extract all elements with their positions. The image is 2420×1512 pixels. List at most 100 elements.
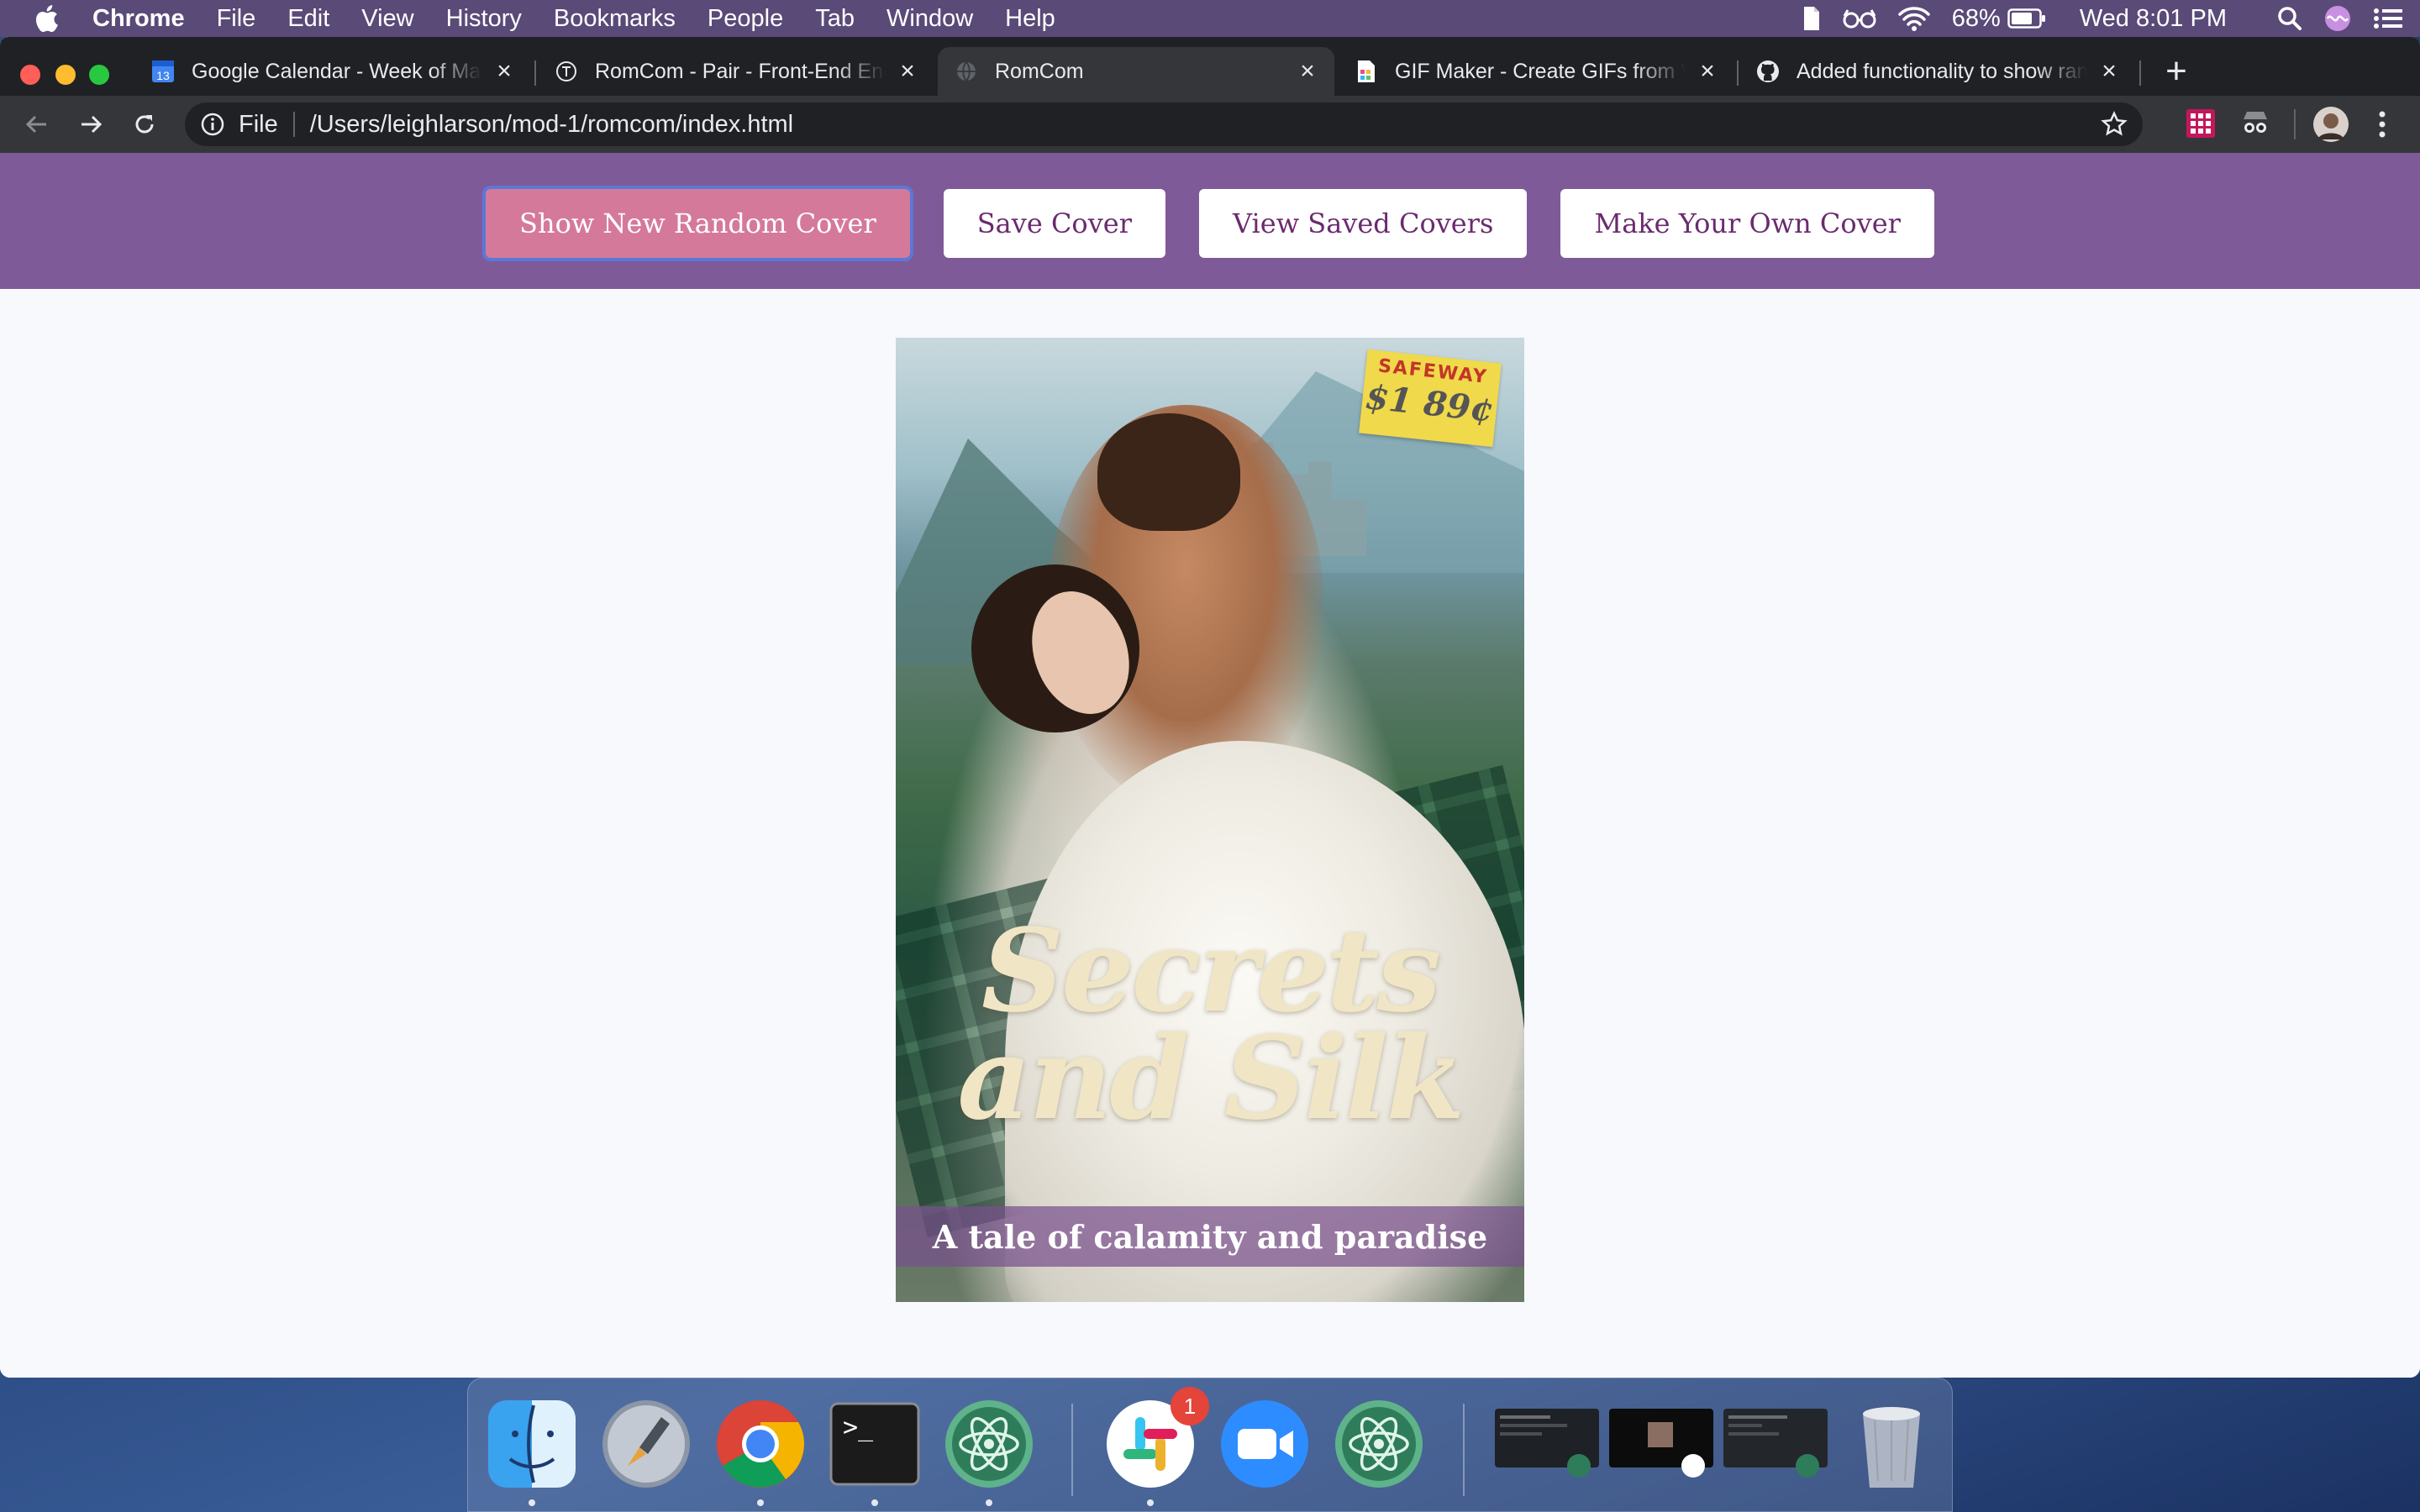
menu-tab[interactable]: Tab bbox=[815, 5, 855, 33]
reload-button[interactable] bbox=[128, 108, 161, 141]
new-tab-button[interactable]: + bbox=[2162, 53, 2191, 90]
cover-tagline-bar: A tale of calamity and paradise bbox=[896, 1206, 1524, 1267]
menu-app-chrome[interactable]: Chrome bbox=[92, 5, 185, 33]
apple-icon[interactable] bbox=[34, 4, 59, 33]
dock-separator bbox=[1071, 1404, 1073, 1496]
forward-arrow-icon bbox=[82, 115, 103, 134]
url-divider bbox=[292, 112, 295, 137]
finder-icon[interactable] bbox=[485, 1397, 579, 1491]
tab-close-icon[interactable]: × bbox=[2099, 59, 2119, 84]
tab-separator bbox=[1737, 60, 1739, 86]
bookmark-star-icon[interactable] bbox=[2101, 111, 2128, 138]
cover-tagline: A tale of calamity and paradise bbox=[932, 1217, 1488, 1256]
running-indicator bbox=[1147, 1499, 1154, 1506]
tab-romcom-pair[interactable]: RomCom - Pair - Front-End Engineering × bbox=[538, 47, 934, 96]
page-header: Show New Random Cover Save Cover View Sa… bbox=[0, 153, 2420, 289]
evernote-icon[interactable] bbox=[1801, 5, 1821, 32]
info-icon[interactable] bbox=[200, 112, 225, 137]
dock-separator bbox=[1463, 1404, 1465, 1496]
tab-close-icon[interactable]: × bbox=[1697, 59, 1718, 84]
make-own-cover-button[interactable]: Make Your Own Cover bbox=[1560, 189, 1934, 258]
menu-bookmarks[interactable]: Bookmarks bbox=[554, 5, 676, 33]
menu-view[interactable]: View bbox=[361, 5, 413, 33]
calendar-icon: 13 bbox=[151, 60, 175, 83]
tab-close-icon[interactable]: × bbox=[494, 59, 514, 84]
github-icon bbox=[1756, 60, 1780, 83]
tab-google-calendar[interactable]: 13 Google Calendar - Week of March × bbox=[134, 47, 531, 96]
notification-center-icon[interactable] bbox=[2373, 7, 2403, 30]
tab-separator bbox=[534, 60, 536, 86]
reading-glasses-icon[interactable] bbox=[1843, 8, 1876, 29]
svg-text:>_: >_ bbox=[843, 1413, 874, 1442]
price-sticker: SAFEWAY $1 89¢ bbox=[1359, 349, 1502, 448]
menubar-clock[interactable]: Wed 8:01 PM bbox=[2080, 5, 2227, 33]
menu-people[interactable]: People bbox=[708, 5, 783, 33]
globe-icon bbox=[955, 60, 978, 83]
tab-title: Google Calendar - Week of March bbox=[192, 59, 482, 83]
book-cover: SAFEWAY $1 89¢ Secrets and Silk A tale o… bbox=[896, 338, 1524, 1302]
browser-toolbar: File /Users/leighlarson/mod-1/romcom/ind… bbox=[0, 96, 2420, 153]
show-random-cover-button[interactable]: Show New Random Cover bbox=[486, 189, 910, 258]
toolbar-divider bbox=[2294, 109, 2296, 139]
menubar-status-area: 68% Wed 8:01 PM bbox=[1779, 0, 2403, 37]
cover-title: Secrets and Silk bbox=[957, 904, 1465, 1146]
tab-github[interactable]: Added functionality to show random × bbox=[1739, 47, 2136, 96]
minimized-window[interactable] bbox=[1495, 1409, 1599, 1479]
running-indicator bbox=[871, 1499, 878, 1506]
back-arrow-icon bbox=[25, 115, 46, 134]
profile-avatar[interactable] bbox=[2312, 106, 2349, 143]
cover-art-man-hair bbox=[1097, 413, 1240, 531]
forward-button[interactable] bbox=[74, 108, 108, 141]
chrome-icon[interactable] bbox=[713, 1397, 808, 1491]
launchpad-icon[interactable] bbox=[599, 1397, 693, 1491]
atom-icon[interactable] bbox=[1332, 1397, 1426, 1491]
tab-romcom-active[interactable]: RomCom × bbox=[938, 47, 1334, 96]
running-indicator bbox=[529, 1499, 535, 1506]
battery-percent: 68% bbox=[1951, 4, 2001, 32]
address-bar[interactable]: File /Users/leighlarson/mod-1/romcom/ind… bbox=[185, 102, 2143, 146]
extension-grid-icon[interactable] bbox=[2186, 109, 2215, 138]
chrome-menu-icon[interactable] bbox=[2376, 109, 2388, 139]
minimized-window[interactable] bbox=[1723, 1409, 1828, 1479]
tab-title: RomCom - Pair - Front-End Engineering bbox=[595, 59, 886, 83]
tab-title: GIF Maker - Create GIFs from Video bbox=[1395, 59, 1686, 83]
running-indicator bbox=[757, 1499, 764, 1506]
battery-icon[interactable] bbox=[2007, 8, 2046, 29]
spotlight-search-icon[interactable] bbox=[2277, 6, 2302, 31]
zoom-icon[interactable] bbox=[1218, 1397, 1312, 1491]
trash-icon[interactable] bbox=[1844, 1397, 1939, 1491]
menu-history[interactable]: History bbox=[446, 5, 522, 33]
menu-edit[interactable]: Edit bbox=[287, 5, 329, 33]
menu-help[interactable]: Help bbox=[1005, 5, 1055, 33]
tab-close-icon[interactable]: × bbox=[897, 59, 918, 84]
tab-close-icon[interactable]: × bbox=[1297, 59, 1318, 84]
url-scheme: File bbox=[239, 110, 278, 138]
window-close-button[interactable] bbox=[20, 65, 40, 85]
chrome-window: 13 Google Calendar - Week of March × Rom… bbox=[0, 37, 2420, 1378]
minimized-window[interactable] bbox=[1609, 1409, 1713, 1479]
save-cover-button[interactable]: Save Cover bbox=[943, 189, 1165, 258]
romcom-page: Show New Random Cover Save Cover View Sa… bbox=[0, 153, 2420, 1378]
view-saved-covers-button[interactable]: View Saved Covers bbox=[1199, 189, 1528, 258]
running-indicator bbox=[986, 1499, 992, 1506]
tab-gif-maker[interactable]: GIF Maker - Create GIFs from Video × bbox=[1338, 47, 1734, 96]
menu-file[interactable]: File bbox=[217, 5, 256, 33]
window-zoom-button[interactable] bbox=[89, 65, 109, 85]
reload-icon bbox=[135, 115, 154, 134]
extension-spy-icon[interactable] bbox=[2240, 109, 2270, 138]
tab-separator bbox=[2139, 60, 2141, 86]
terminal-icon[interactable]: >_ bbox=[828, 1397, 922, 1491]
tab-strip: 13 Google Calendar - Week of March × Rom… bbox=[0, 37, 2420, 96]
tab-title: Added functionality to show random bbox=[1797, 59, 2087, 83]
calendar-icon-date: 13 bbox=[156, 69, 170, 82]
url-path: /Users/leighlarson/mod-1/romcom/index.ht… bbox=[309, 110, 794, 138]
wifi-icon[interactable] bbox=[1898, 6, 1930, 31]
siri-icon[interactable] bbox=[2324, 5, 2351, 32]
window-minimize-button[interactable] bbox=[55, 65, 76, 85]
turing-icon bbox=[555, 60, 578, 83]
atom-icon[interactable] bbox=[942, 1397, 1036, 1491]
slack-notification-badge: 1 bbox=[1171, 1387, 1209, 1425]
back-button[interactable] bbox=[20, 108, 54, 141]
tab-title: RomCom bbox=[995, 59, 1084, 83]
menu-window[interactable]: Window bbox=[886, 5, 973, 33]
